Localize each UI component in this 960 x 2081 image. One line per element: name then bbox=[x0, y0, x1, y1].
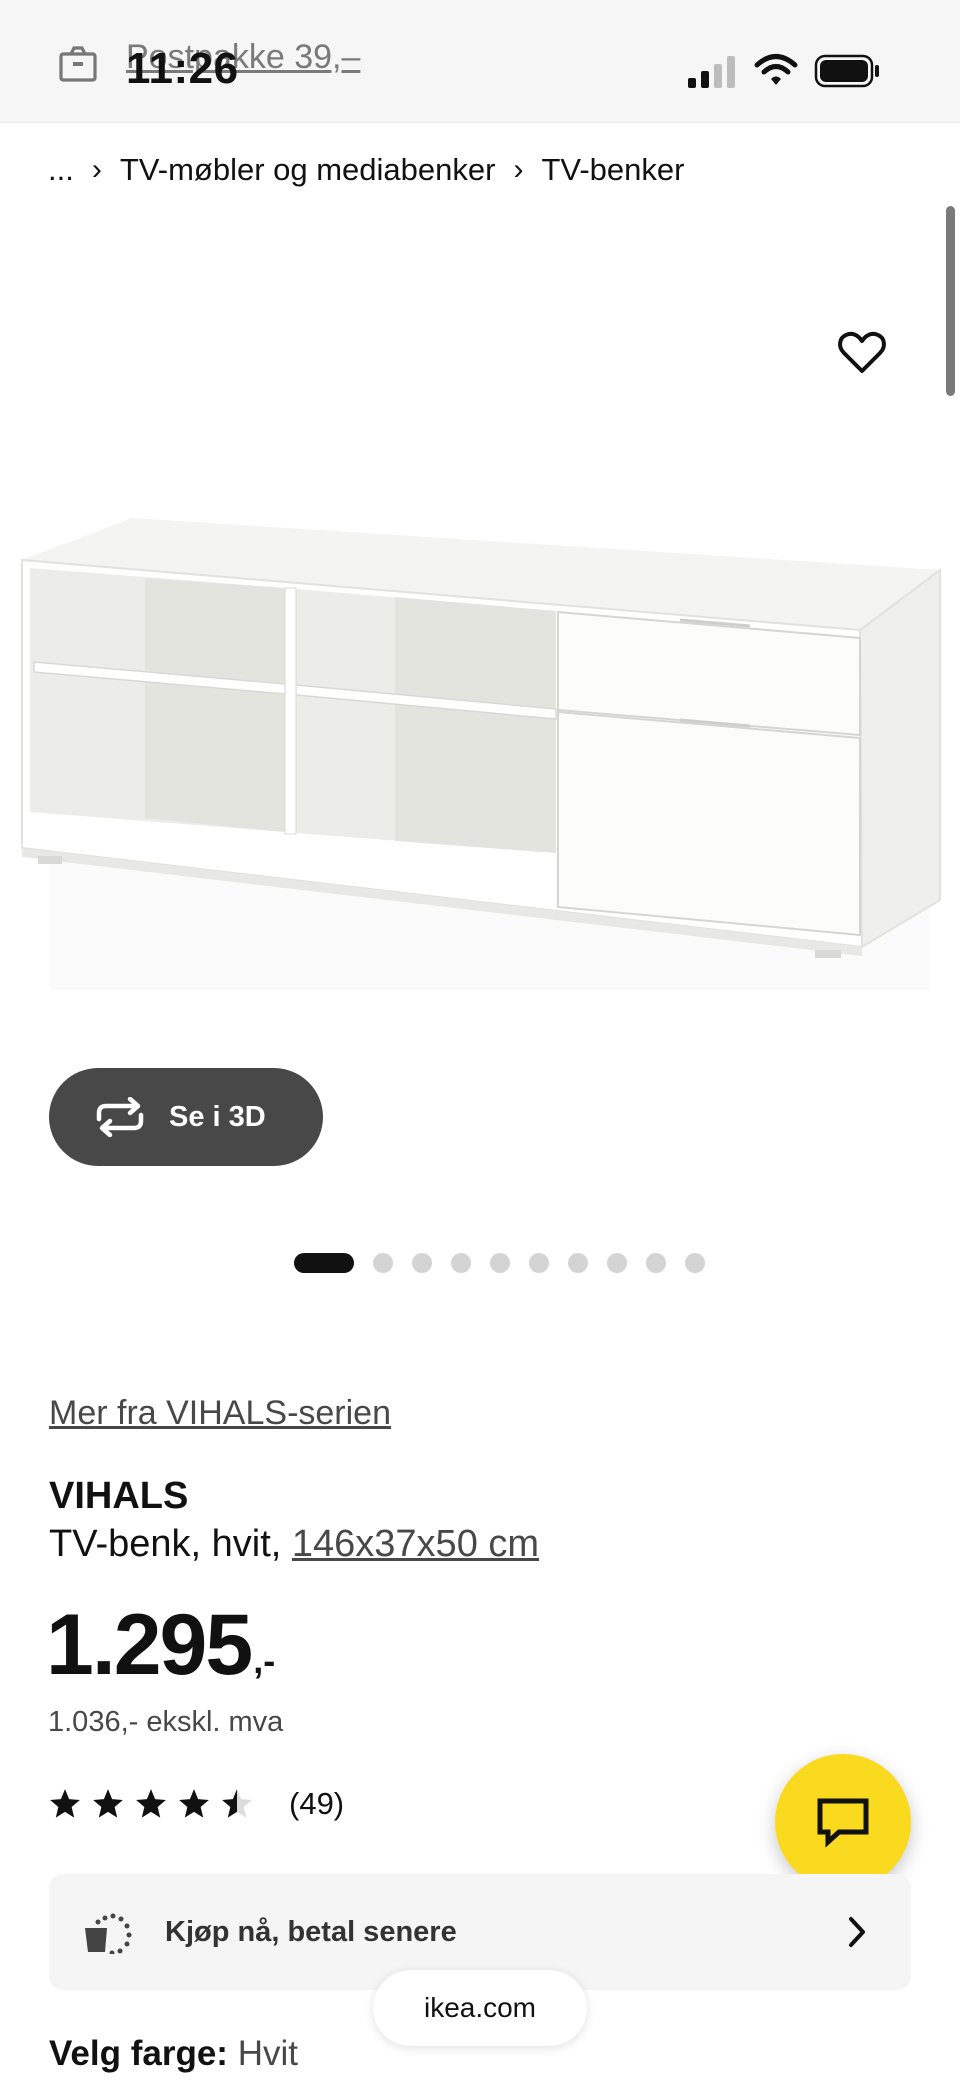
carousel-dot[interactable] bbox=[646, 1253, 666, 1273]
product-description: TV-benk, hvit, 146x37x50 cm bbox=[49, 1523, 539, 1566]
review-count[interactable]: (49) bbox=[289, 1786, 344, 1822]
breadcrumb-item-tv-benches[interactable]: TV-benker bbox=[541, 152, 684, 188]
product-name: VIHALS bbox=[49, 1475, 189, 1517]
product-type: TV-benk, hvit, bbox=[49, 1523, 282, 1565]
cellular-signal-icon bbox=[688, 56, 735, 88]
product-image[interactable] bbox=[0, 420, 960, 1080]
star-icon bbox=[136, 1789, 166, 1818]
carousel-dot[interactable] bbox=[373, 1253, 393, 1273]
chevron-right-icon bbox=[849, 1917, 865, 1947]
color-value: Hvit bbox=[237, 2034, 298, 2073]
carousel-dot[interactable] bbox=[607, 1253, 627, 1273]
carousel-dot[interactable] bbox=[529, 1253, 549, 1273]
view-3d-button[interactable]: Se i 3D bbox=[49, 1068, 323, 1166]
scrollbar[interactable] bbox=[946, 206, 955, 396]
status-time: 11:26 bbox=[126, 44, 239, 93]
breadcrumb-ellipsis[interactable]: ... bbox=[48, 152, 74, 188]
carousel-dot[interactable] bbox=[568, 1253, 588, 1273]
rotate-3d-icon bbox=[96, 1097, 144, 1137]
view-3d-label: Se i 3D bbox=[169, 1100, 266, 1133]
chat-button[interactable] bbox=[775, 1754, 911, 1890]
wifi-icon bbox=[754, 54, 798, 85]
heart-icon[interactable] bbox=[836, 326, 888, 378]
color-selector[interactable]: Velg farge: Hvit bbox=[49, 2034, 298, 2074]
star-icon bbox=[50, 1789, 80, 1818]
carousel-dot[interactable] bbox=[294, 1253, 354, 1273]
price: 1.295 ,- bbox=[46, 1602, 275, 1688]
color-label: Velg farge: bbox=[49, 2034, 228, 2073]
klarna-icon bbox=[85, 1913, 132, 1954]
buy-now-pay-later-label: Kjøp nå, betal senere bbox=[165, 1915, 457, 1948]
url-bar[interactable]: ikea.com bbox=[373, 1970, 587, 2046]
url-domain: ikea.com bbox=[423, 1992, 537, 2023]
dimensions-link[interactable]: 146x37x50 cm bbox=[292, 1523, 539, 1565]
breadcrumb: ... › TV-møbler og mediabenker › TV-benk… bbox=[48, 152, 684, 188]
star-icon bbox=[93, 1789, 123, 1818]
battery-icon bbox=[814, 54, 879, 88]
price-suffix: ,- bbox=[253, 1640, 276, 1681]
price-main: 1.295 bbox=[46, 1597, 253, 1693]
chat-icon bbox=[817, 1798, 869, 1848]
chevron-right-icon: › bbox=[91, 153, 102, 186]
star-icon bbox=[179, 1789, 209, 1818]
carousel-dot[interactable] bbox=[451, 1253, 471, 1273]
series-link[interactable]: Mer fra VIHALS-serien bbox=[49, 1394, 391, 1433]
breadcrumb-item-tv-furniture[interactable]: TV-møbler og mediabenker bbox=[120, 152, 496, 188]
star-half-icon bbox=[222, 1789, 252, 1818]
cart-icon[interactable] bbox=[58, 44, 98, 84]
price-ex-vat: 1.036,- ekskl. mva bbox=[48, 1706, 284, 1738]
rating[interactable]: (49) bbox=[48, 1786, 344, 1822]
carousel-dot[interactable] bbox=[490, 1253, 510, 1273]
carousel-indicator bbox=[294, 1253, 724, 1273]
carousel-dot[interactable] bbox=[412, 1253, 432, 1273]
chevron-right-icon: › bbox=[513, 153, 524, 186]
carousel-dot[interactable] bbox=[685, 1253, 705, 1273]
